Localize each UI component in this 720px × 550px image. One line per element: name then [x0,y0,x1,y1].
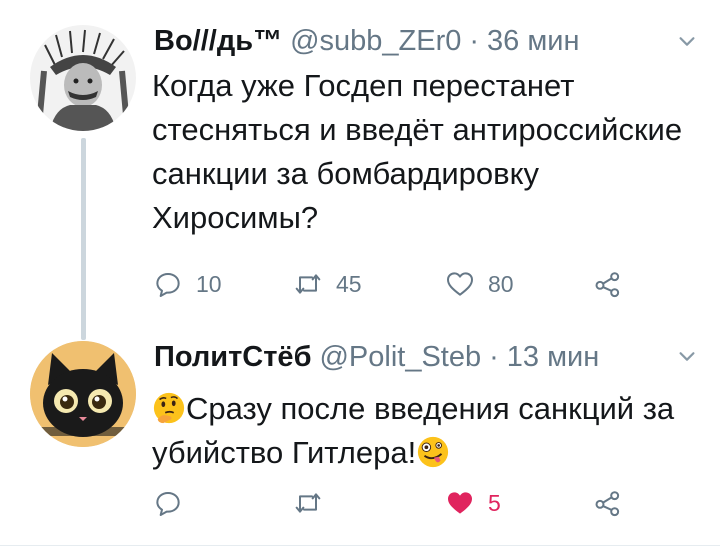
heart-filled-icon [448,492,472,514]
retweet-icon [295,493,321,513]
like-button[interactable]: 5 [444,485,501,521]
retweet-icon [295,274,321,294]
author-handle[interactable]: @Polit_Steb [319,341,481,374]
author-name[interactable]: ПолитСтёб [154,341,311,374]
reply-button[interactable] [152,485,196,521]
like-button[interactable]: 80 [444,266,514,302]
reply-icon [156,273,180,297]
cat-avatar-icon [30,341,136,447]
share-icon [595,272,620,298]
tweet-actions: 10 45 80 [152,266,672,306]
chevron-down-icon[interactable] [676,345,698,367]
retweet-count: 45 [336,270,362,297]
tweet-time[interactable]: 36 мин [487,25,579,58]
heart-icon [447,272,473,296]
divider [0,545,720,546]
user-avatar[interactable] [30,341,136,447]
author-name[interactable]: Во///дь™ [154,25,282,58]
share-icon [595,491,620,517]
reply-icon [156,492,180,516]
like-count: 5 [488,489,501,516]
meta-separator: · [469,25,480,57]
reply-button[interactable]: 10 [152,266,222,302]
like-count: 80 [488,270,514,297]
tweet-header: ПолитСтёб @Polit_Steb · 13 мин [154,341,599,377]
share-button[interactable] [592,485,624,521]
tweet-text-body: Сразу после введения санкций за убийство… [152,391,675,470]
user-avatar[interactable] [30,25,136,131]
tweet-time[interactable]: 13 мин [507,341,599,374]
thinking-face-emoji-icon [153,392,185,424]
tweet-text: Сразу после введения санкций за убийство… [152,387,702,475]
tweet[interactable]: ПолитСтёб @Polit_Steb · 13 мин Сразу пос… [0,325,720,550]
portrait-avatar-icon [30,25,136,131]
tweet[interactable]: Во///дь™ @subb_ZEr0 · 36 мин Когда уже Г… [0,0,720,325]
retweet-button[interactable] [292,485,336,521]
chevron-down-icon[interactable] [676,30,698,52]
tweet-header: Во///дь™ @subb_ZEr0 · 36 мин [154,25,580,61]
zany-face-emoji-icon [418,436,449,468]
retweet-button[interactable]: 45 [292,266,362,302]
tweet-text: Когда уже Госдеп перестанет стесняться и… [152,68,683,235]
meta-separator: · [489,341,499,373]
reply-count: 10 [196,270,222,297]
author-handle[interactable]: @subb_ZEr0 [290,25,461,58]
tweet-actions: 5 [152,485,672,525]
share-button[interactable] [592,266,624,302]
